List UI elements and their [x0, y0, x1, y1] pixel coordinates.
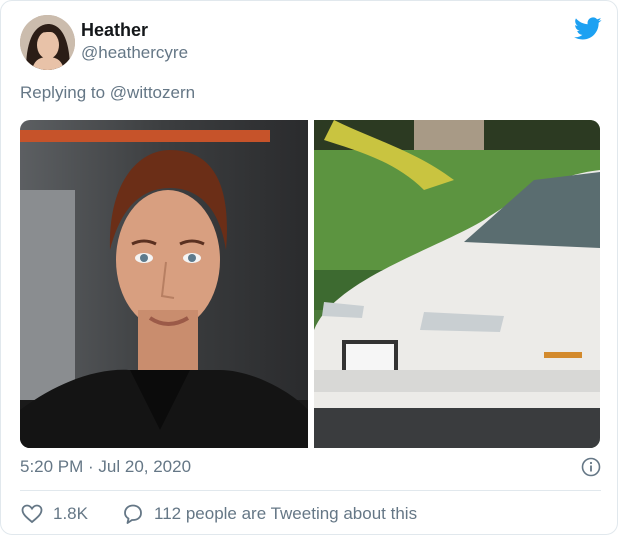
tweet-media[interactable]: [20, 120, 600, 448]
reply-context: Replying to @wittozern: [20, 83, 195, 103]
tweet-card: Heather @heathercyre Replying to @wittoz…: [0, 0, 618, 535]
speech-bubble-icon: [124, 504, 142, 524]
heart-icon: [21, 504, 43, 524]
conversation-action[interactable]: 112 people are Tweeting about this: [122, 502, 417, 526]
info-icon[interactable]: [581, 457, 601, 477]
divider: [20, 490, 601, 491]
reply-prefix: Replying to: [20, 83, 110, 102]
white-car-photo[interactable]: [314, 120, 600, 448]
author-name[interactable]: Heather: [81, 20, 148, 41]
tweet-timestamp[interactable]: 5:20 PM · Jul 20, 2020: [20, 457, 191, 477]
twitter-bird-icon[interactable]: [574, 17, 602, 41]
like-action[interactable]: 1.8K: [21, 502, 88, 526]
avatar[interactable]: [20, 15, 75, 70]
author-handle[interactable]: @heathercyre: [81, 43, 188, 63]
portrait-photo[interactable]: [20, 120, 308, 448]
reply-mention-link[interactable]: @wittozern: [110, 83, 195, 102]
like-count: 1.8K: [53, 504, 88, 523]
conversation-text: 112 people are Tweeting about this: [154, 504, 418, 523]
